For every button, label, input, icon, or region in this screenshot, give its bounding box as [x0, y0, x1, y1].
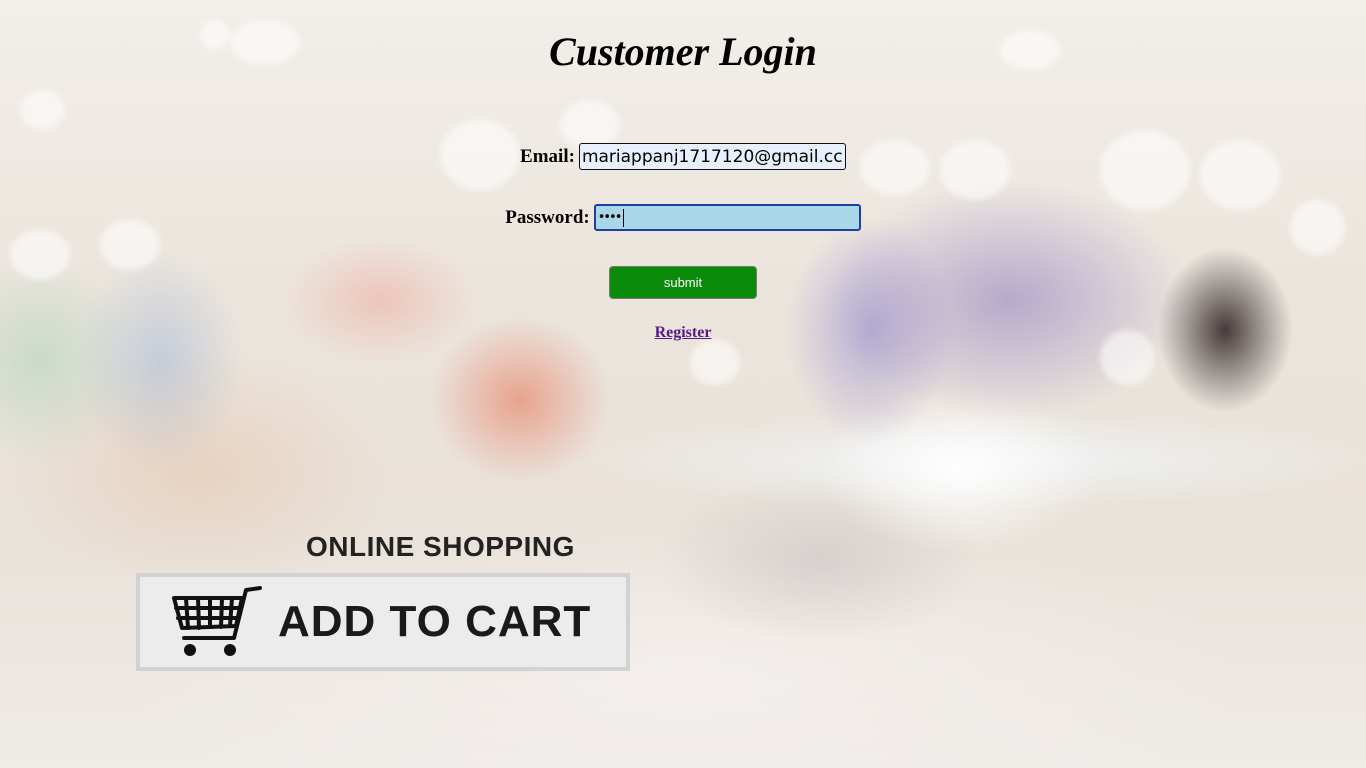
password-row: Password: ••••: [0, 204, 1366, 231]
submit-button[interactable]: submit: [609, 266, 757, 299]
add-to-cart-text: ADD TO CART: [278, 597, 592, 646]
email-row: Email: mariappanj1717120@gmail.cc: [0, 143, 1366, 170]
email-field[interactable]: mariappanj1717120@gmail.cc: [578, 143, 846, 170]
page-title: Customer Login: [549, 29, 817, 74]
password-label: Password:: [505, 206, 590, 228]
email-value: mariappanj1717120@gmail.cc: [581, 146, 843, 167]
email-label: Email:: [520, 145, 575, 167]
register-link[interactable]: Register: [0, 324, 1366, 342]
password-value: ••••: [597, 210, 623, 225]
text-caret: [623, 208, 625, 227]
banner-heading: ONLINE SHOPPING: [306, 531, 575, 562]
password-field[interactable]: ••••: [593, 204, 861, 231]
shopping-cart-icon: [172, 586, 262, 656]
add-to-cart-banner: ADD TO CART: [136, 573, 630, 671]
